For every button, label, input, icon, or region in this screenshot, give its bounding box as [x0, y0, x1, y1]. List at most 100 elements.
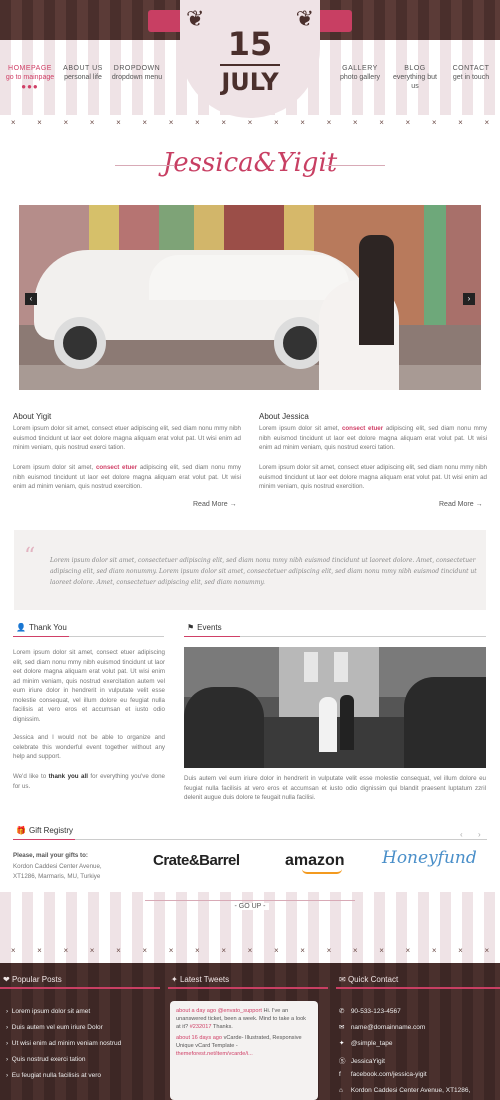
- gift-prev-button[interactable]: ‹: [460, 830, 463, 839]
- nav-contact[interactable]: CONTACT get in touch: [444, 64, 498, 82]
- heart-icon: ❤: [3, 975, 12, 984]
- nav-sub: personal life: [64, 74, 102, 81]
- contact-email[interactable]: ✉ name@domainname.com: [339, 1023, 425, 1031]
- quote-icon: “: [24, 544, 36, 569]
- section-rule-accent: [13, 839, 75, 840]
- nav-sub: photo gallery: [339, 74, 381, 81]
- nav-sub: go to mainpage: [5, 74, 55, 81]
- nav-blog[interactable]: BLOG everything but us: [390, 64, 440, 91]
- facebook-icon: f: [339, 1071, 341, 1078]
- tweets-box: about a day ago @envato_support Hi. I've…: [170, 1001, 318, 1100]
- gift-address-2: XT1286, Marmaris, MU, Turkiye: [13, 873, 101, 880]
- twitter-icon: ✦: [171, 975, 180, 984]
- title-flourish-left: [115, 165, 175, 166]
- quote-block: “ Lorem ipsum dolor sit amet, consectetu…: [14, 530, 486, 610]
- section-rule-accent: [184, 636, 240, 637]
- footer-rule: [168, 987, 328, 989]
- honeyfund-logo[interactable]: Honeyfund: [382, 848, 477, 868]
- groom: [359, 235, 394, 345]
- go-up-rule: [145, 900, 355, 901]
- nav-sub: get in touch: [452, 74, 490, 81]
- popular-post-link[interactable]: › Eu feugiat nulla facilisis at vero: [6, 1072, 101, 1079]
- about-yigit-title: About Yigit: [13, 412, 52, 421]
- title-flourish-right: [325, 165, 385, 166]
- contact-icon: ✉: [339, 975, 348, 984]
- thank-you-text-3: We'd like to thank you all for everythin…: [13, 773, 165, 790]
- events-heading: ⚑ Events: [187, 623, 222, 632]
- read-more-yigit-link[interactable]: Read More →: [193, 501, 237, 508]
- road: [19, 365, 481, 390]
- hero-slider[interactable]: [19, 205, 481, 390]
- twitter-icon: ✦: [339, 1040, 345, 1047]
- popular-post-link[interactable]: › Lorem ipsum dolor sit amet: [6, 1008, 90, 1015]
- popular-posts-heading: ❤ Popular Posts: [3, 975, 62, 984]
- contact-twitter[interactable]: ✦ @simple_tape: [339, 1039, 392, 1047]
- nav-homepage[interactable]: HOMEPAGE go to mainpage ●●●: [2, 64, 58, 92]
- about-jessica-text-1: Lorem ipsum dolor sit amet, consect etue…: [259, 425, 488, 451]
- amazon-smile-icon: [302, 869, 342, 874]
- footer-rule: [336, 987, 500, 989]
- gift-address-1: Kordon Caddesi Center Avenue,: [13, 863, 102, 870]
- popular-post-link[interactable]: › Ut wisi enim ad minim veniam nostrud: [6, 1040, 121, 1047]
- nav-about-us[interactable]: ABOUT US personal life: [58, 64, 108, 82]
- nav-label: HOMEPAGE: [8, 65, 52, 72]
- contact-skype[interactable]: Ⓢ JessicaYigit: [339, 1055, 385, 1065]
- nav-gallery[interactable]: GALLERY photo gallery: [334, 64, 386, 82]
- gift-next-button[interactable]: ›: [478, 830, 481, 839]
- tweet-link[interactable]: themeforest.net/item/vcarde/i...: [176, 1051, 253, 1057]
- nav-sub: dropdown menu: [111, 74, 163, 81]
- nav-label: CONTACT: [452, 65, 490, 72]
- contact-address: ⌂ Kordon Caddesi Center Avenue, XT1286,: [339, 1087, 471, 1094]
- thank-you-heading: 👤 Thank You: [16, 623, 67, 632]
- badge-month: JULY: [221, 68, 279, 96]
- active-indicator: ●●●: [21, 82, 39, 91]
- quick-contact-heading: ✉ Quick Contact: [339, 975, 399, 984]
- events-caption: Duis autem vel eum iriure dolor in hendr…: [184, 775, 486, 801]
- car-wheel: [54, 317, 106, 369]
- gift-mail-label: Please, mail your gifts to:: [13, 852, 88, 859]
- highlight: consect etuer: [95, 464, 138, 471]
- nav-label: DROPDOWN: [113, 65, 161, 72]
- highlight: consect etuer: [341, 425, 384, 432]
- location-icon: ⌂: [339, 1087, 343, 1094]
- quote-text: Lorem ipsum dolor sit amet, consectetuer…: [50, 557, 477, 586]
- gift-icon: 🎁: [16, 826, 26, 835]
- contact-phone: ✆ 90-533-123-4567: [339, 1008, 401, 1015]
- nav-sub: everything but us: [393, 74, 437, 90]
- latest-tweets-heading: ✦ Latest Tweets: [171, 975, 230, 984]
- amazon-logo[interactable]: amazon: [285, 852, 345, 870]
- nav-label: GALLERY: [342, 65, 378, 72]
- nav-label: BLOG: [404, 65, 426, 72]
- thank-you-text-1: Lorem ipsum dolor sit amet, consect etue…: [13, 649, 165, 723]
- section-rule-accent: [13, 636, 69, 637]
- read-more-jessica-link[interactable]: Read More →: [439, 501, 483, 508]
- slider-next-button[interactable]: ›: [463, 293, 475, 305]
- thank-you-text-2: Jessica and I would not be able to organ…: [13, 734, 165, 760]
- contact-facebook[interactable]: f facebook.com/jessica-yigit: [339, 1071, 427, 1078]
- popular-post-link[interactable]: › Duis autem vel eum iriure Dolor: [6, 1024, 103, 1031]
- church-photo: [184, 647, 486, 768]
- about-yigit-text-2: Lorem ipsum dolor sit amet, consect etue…: [13, 464, 242, 490]
- mail-icon: ✉: [339, 1024, 345, 1031]
- stitch-row-bottom: × × × × × × × × × × × × × × × × × × ×: [10, 946, 490, 955]
- about-yigit-text-1: Lorem ipsum dolor sit amet, consect etue…: [13, 425, 241, 451]
- crate-and-barrel-logo[interactable]: Crate&Barrel: [153, 852, 240, 869]
- skype-icon: Ⓢ: [339, 1058, 346, 1065]
- bookmark-icon: ⚑: [187, 623, 195, 632]
- user-icon: 👤: [16, 623, 26, 632]
- badge-divider: [220, 64, 280, 66]
- section-rule: [13, 839, 487, 840]
- stitch-row-top: × × × × × × × × × × × × × × × × × × ×: [10, 118, 490, 127]
- car-roof: [149, 255, 349, 300]
- tweet-user-link[interactable]: @envato_support: [218, 1008, 262, 1014]
- nav-dropdown[interactable]: DROPDOWN dropdown menu: [108, 64, 166, 82]
- popular-post-link[interactable]: › Quis nostrud exerci tation: [6, 1056, 85, 1063]
- couple-title: Jessica&Yigit: [162, 148, 338, 178]
- slider-prev-button[interactable]: ‹: [25, 293, 37, 305]
- footer-rule: [0, 987, 160, 989]
- about-jessica-title: About Jessica: [259, 412, 309, 421]
- gift-registry-heading: 🎁 Gift Registry: [16, 826, 73, 835]
- badge-day: 15: [227, 25, 273, 63]
- go-up-link[interactable]: - GO UP -: [0, 903, 500, 910]
- nav-label: ABOUT US: [63, 65, 103, 72]
